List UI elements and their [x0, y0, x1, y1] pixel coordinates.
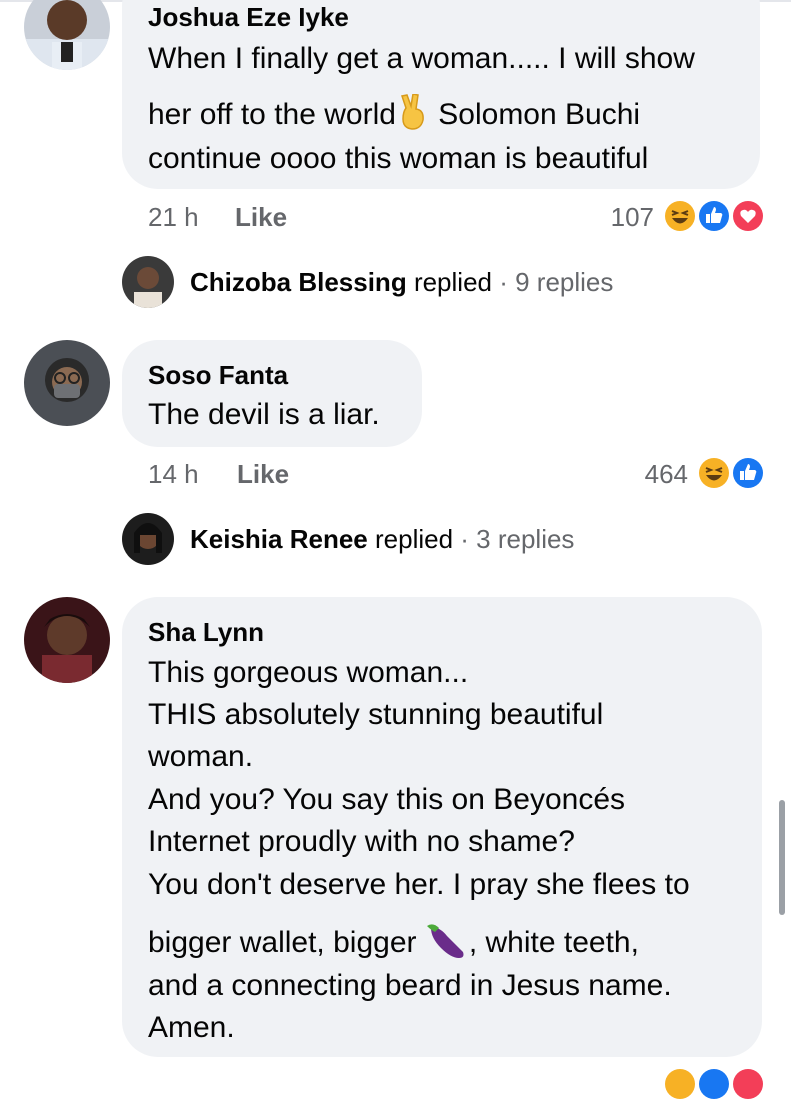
haha-icon[interactable]: [662, 198, 698, 234]
victory-hand-icon: [396, 93, 430, 130]
haha-icon[interactable]: [696, 455, 732, 491]
comment-timestamp[interactable]: 14 h: [148, 459, 199, 490]
like-icon[interactable]: [696, 1066, 732, 1102]
like-icon[interactable]: [730, 455, 766, 491]
haha-icon[interactable]: [662, 1066, 698, 1102]
avatar[interactable]: [24, 597, 110, 683]
comment-text-line: You don't deserve her. I pray she flees …: [148, 868, 690, 901]
eggplant-icon: [425, 922, 469, 960]
love-icon[interactable]: [730, 1066, 766, 1102]
comment-text-line: Internet proudly with no shame?: [148, 825, 575, 858]
like-button[interactable]: Like: [237, 459, 289, 490]
comment-timestamp[interactable]: 21 h: [148, 202, 199, 233]
reply-avatar[interactable]: [122, 256, 174, 308]
comment-author[interactable]: Joshua Eze Iyke: [148, 2, 349, 33]
reaction-count[interactable]: 107: [588, 202, 654, 233]
reaction-count[interactable]: 464: [620, 459, 688, 490]
scrollbar[interactable]: [779, 800, 785, 915]
comment-text-line: The devil is a liar.: [148, 398, 380, 431]
view-replies-link[interactable]: Chizoba Blessing replied · 9 replies: [190, 267, 613, 298]
like-button[interactable]: Like: [235, 202, 287, 233]
love-icon[interactable]: [730, 198, 766, 234]
comment-author[interactable]: Sha Lynn: [148, 617, 264, 648]
reply-avatar[interactable]: [122, 513, 174, 565]
comment-author[interactable]: Soso Fanta: [148, 360, 288, 391]
comment-text-line: THIS absolutely stunning beautiful: [148, 698, 604, 731]
view-replies-link[interactable]: Keishia Renee replied · 3 replies: [190, 524, 574, 555]
like-icon[interactable]: [696, 198, 732, 234]
comment-text-line: bigger wallet, bigger , white teeth,: [148, 922, 639, 960]
comment-text-line: And you? You say this on Beyoncés: [148, 783, 626, 816]
comment-text-line: Amen.: [148, 1011, 235, 1044]
comment-text-line: and a connecting beard in Jesus name.: [148, 969, 672, 1002]
avatar[interactable]: [24, 340, 110, 426]
comment-text-line: her off to the world Solomon Buchi: [148, 93, 640, 132]
comment-text-line: woman.: [148, 740, 254, 773]
comment-text-line: This gorgeous woman...: [148, 656, 469, 689]
comment-text-line: continue oooo this woman is beautiful: [148, 142, 649, 175]
avatar[interactable]: [24, 0, 110, 70]
comment-text-line: When I finally get a woman..... I will s…: [148, 42, 695, 75]
